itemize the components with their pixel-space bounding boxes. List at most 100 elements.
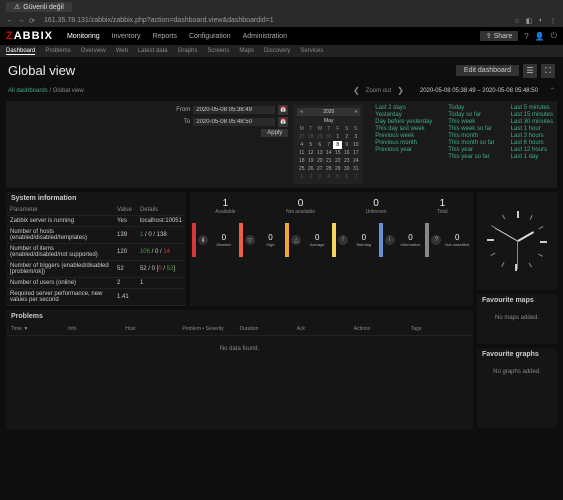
cal-day[interactable]: 28: [324, 165, 333, 173]
quick-link[interactable]: Last 5 minutes: [511, 105, 553, 111]
logout-icon[interactable]: ⏻: [551, 31, 557, 41]
quick-link[interactable]: Previous year: [375, 147, 432, 153]
cal-day[interactable]: 4: [297, 141, 306, 149]
quick-link[interactable]: This month so far: [448, 140, 494, 146]
quick-link[interactable]: Last 1 day: [511, 154, 553, 160]
edit-dashboard-button[interactable]: Edit dashboard: [456, 65, 519, 76]
time-range-display[interactable]: 2020-05-08 05:38:49 – 2020-05-08 05:48:5…: [420, 88, 538, 94]
cal-day[interactable]: 5: [333, 173, 342, 181]
severity-average[interactable]: △0Average: [285, 223, 331, 257]
cal-day[interactable]: 1: [297, 173, 306, 181]
toggle-button[interactable]: ☰: [523, 64, 537, 78]
star-icon[interactable]: ☆: [513, 17, 521, 25]
cal-day[interactable]: 28: [306, 133, 315, 141]
quick-link[interactable]: Day before yesterday: [375, 119, 432, 125]
quick-link[interactable]: Last 2 days: [375, 105, 432, 111]
reload-icon[interactable]: ⟳: [28, 17, 36, 25]
logo[interactable]: ZABBIX: [6, 30, 53, 42]
problems-col[interactable]: Tags: [411, 326, 468, 332]
severity-disaster[interactable]: ⬇0Disaster: [192, 223, 238, 257]
cal-day[interactable]: 6: [315, 141, 324, 149]
cal-day[interactable]: 29: [333, 165, 342, 173]
cal-year-next-icon[interactable]: »: [354, 109, 357, 115]
main-nav-monitoring[interactable]: Monitoring: [67, 33, 100, 40]
cal-day[interactable]: 8: [333, 141, 342, 149]
quick-link[interactable]: This month: [448, 133, 494, 139]
sub-nav-discovery[interactable]: Discovery: [264, 48, 290, 54]
cal-day[interactable]: 12: [306, 149, 315, 157]
sub-nav-maps[interactable]: Maps: [239, 48, 254, 54]
cal-day[interactable]: 15: [333, 149, 342, 157]
quick-link[interactable]: This year so far: [448, 154, 494, 160]
ext-icon[interactable]: ◧: [525, 17, 533, 25]
quick-link[interactable]: Last 12 hours: [511, 147, 553, 153]
quick-link[interactable]: Today: [448, 105, 494, 111]
cal-day[interactable]: 21: [324, 157, 333, 165]
menu-icon[interactable]: ⋮: [549, 17, 557, 25]
collapse-icon[interactable]: ⌃: [550, 87, 555, 94]
cal-day[interactable]: 20: [315, 157, 324, 165]
apply-button[interactable]: Apply: [261, 129, 288, 137]
severity-warning[interactable]: !0Warning: [332, 223, 378, 257]
problems-col[interactable]: Info: [68, 326, 125, 332]
back-icon[interactable]: ←: [6, 17, 14, 25]
quick-link[interactable]: Last 1 hour: [511, 126, 553, 132]
from-input[interactable]: [193, 106, 275, 114]
cal-day[interactable]: 17: [351, 149, 360, 157]
sub-nav-graphs[interactable]: Graphs: [178, 48, 198, 54]
sub-nav-problems[interactable]: Problems: [45, 48, 70, 54]
cal-year-prev-icon[interactable]: «: [300, 109, 303, 115]
problems-col[interactable]: Ack: [297, 326, 354, 332]
breadcrumb-all[interactable]: All dashboards: [8, 88, 48, 94]
url-text[interactable]: 161.35.78.131/zabbix/zabbix.php?action=d…: [40, 17, 509, 24]
quick-link[interactable]: Today so far: [448, 112, 494, 118]
help-icon[interactable]: ?: [524, 32, 528, 41]
cal-day[interactable]: 19: [306, 157, 315, 165]
problems-col[interactable]: Host: [125, 326, 182, 332]
cal-day[interactable]: 23: [342, 157, 351, 165]
cal-day[interactable]: 7: [324, 141, 333, 149]
cal-day[interactable]: 24: [351, 157, 360, 165]
cal-day[interactable]: 6: [342, 173, 351, 181]
cal-day[interactable]: 3: [351, 133, 360, 141]
cal-day[interactable]: 30: [324, 133, 333, 141]
cal-day[interactable]: 7: [351, 173, 360, 181]
main-nav-reports[interactable]: Reports: [152, 33, 177, 40]
cal-day[interactable]: 18: [297, 157, 306, 165]
from-calendar-icon[interactable]: 📅: [278, 105, 288, 115]
severity-high[interactable]: ▽0High: [239, 223, 285, 257]
share-button[interactable]: ⇪ Share: [480, 31, 519, 41]
cal-day[interactable]: 5: [306, 141, 315, 149]
zoom-out-button[interactable]: Zoom out: [366, 88, 391, 94]
quick-link[interactable]: This year: [448, 147, 494, 153]
cal-day[interactable]: 13: [315, 149, 324, 157]
cal-day[interactable]: 27: [297, 133, 306, 141]
fullscreen-button[interactable]: ⛶: [541, 64, 555, 78]
problems-col[interactable]: Actions: [354, 326, 411, 332]
avatar-icon[interactable]: ◐: [537, 17, 545, 25]
quick-link[interactable]: This week so far: [448, 126, 494, 132]
cal-day[interactable]: 16: [342, 149, 351, 157]
cal-day[interactable]: 22: [333, 157, 342, 165]
quick-link[interactable]: This day last week: [375, 126, 432, 132]
sub-nav-screens[interactable]: Screens: [207, 48, 229, 54]
cal-day[interactable]: 9: [342, 141, 351, 149]
time-next-icon[interactable]: ❯: [397, 86, 404, 95]
cal-day[interactable]: 14: [324, 149, 333, 157]
cal-day[interactable]: 27: [315, 165, 324, 173]
sub-nav-latest-data[interactable]: Latest data: [138, 48, 168, 54]
cal-day[interactable]: 2: [342, 133, 351, 141]
cal-day[interactable]: 31: [351, 165, 360, 173]
main-nav-administration[interactable]: Administration: [243, 33, 287, 40]
quick-link[interactable]: Last 15 minutes: [511, 112, 553, 118]
cal-day[interactable]: 26: [306, 165, 315, 173]
severity-not-classified[interactable]: ?0Not classified: [425, 223, 471, 257]
problems-col[interactable]: Time ▼: [11, 326, 68, 332]
sub-nav-overview[interactable]: Overview: [81, 48, 106, 54]
to-calendar-icon[interactable]: 📅: [278, 117, 288, 127]
quick-link[interactable]: Previous week: [375, 133, 432, 139]
sub-nav-web[interactable]: Web: [116, 48, 128, 54]
cal-day[interactable]: 1: [333, 133, 342, 141]
cal-day[interactable]: 3: [315, 173, 324, 181]
cal-day[interactable]: 29: [315, 133, 324, 141]
